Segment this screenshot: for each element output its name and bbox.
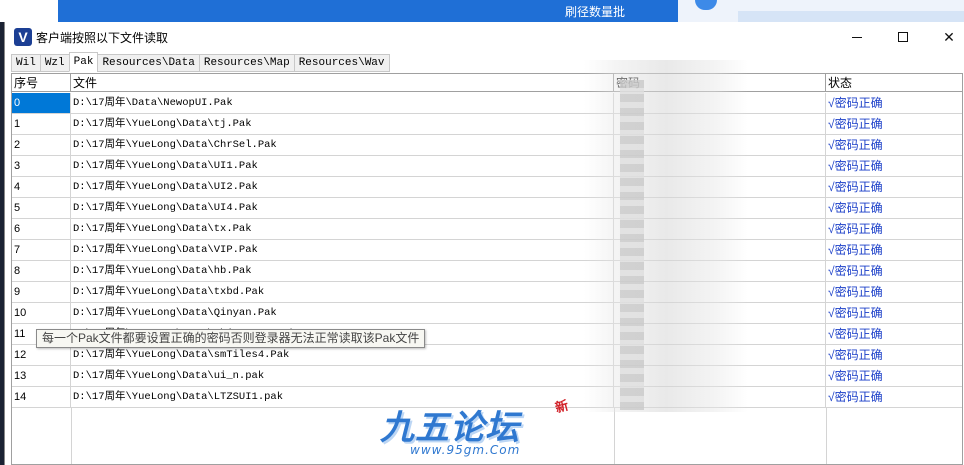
- window-title: 客户端按照以下文件读取: [36, 31, 169, 45]
- row-index: 12: [12, 345, 71, 365]
- row-status: √密码正确: [828, 327, 883, 341]
- row-index: 1: [12, 114, 71, 134]
- row-status: √密码正确: [828, 201, 883, 215]
- row-index: 9: [12, 282, 71, 302]
- row-index: 8: [12, 261, 71, 281]
- row-status: √密码正确: [828, 285, 883, 299]
- row-file: D:\17周年\YueLong\Data\txbd.Pak: [71, 282, 614, 302]
- row-index: 7: [12, 240, 71, 260]
- row-status: √密码正确: [828, 306, 883, 320]
- minimize-icon: [852, 36, 862, 38]
- row-status: √密码正确: [828, 348, 883, 362]
- row-status: √密码正确: [828, 369, 883, 383]
- row-file: D:\17周年\YueLong\Data\hb.Pak: [71, 261, 614, 281]
- tab-resources-wav[interactable]: Resources\Wav: [293, 54, 390, 72]
- row-status: √密码正确: [828, 180, 883, 194]
- tab-wil[interactable]: Wil: [11, 54, 41, 72]
- row-file: D:\17周年\YueLong\Data\tj.Pak: [71, 114, 614, 134]
- column-divider: [614, 408, 615, 464]
- row-index: 5: [12, 198, 71, 218]
- grid-header: 序号 文件 密码 状态: [12, 74, 962, 92]
- column-divider: [826, 408, 827, 464]
- table-row[interactable]: 5 D:\17周年\YueLong\Data\UI4.Pak √密码正确: [12, 198, 962, 219]
- row-status: √密码正确: [828, 243, 883, 257]
- tab-pak[interactable]: Pak: [68, 52, 99, 72]
- close-button[interactable]: ✕: [926, 22, 964, 52]
- row-index: 14: [12, 387, 71, 407]
- table-row[interactable]: 6 D:\17周年\YueLong\Data\tx.Pak √密码正确: [12, 219, 962, 240]
- row-file: D:\17周年\YueLong\Data\UI1.Pak: [71, 156, 614, 176]
- row-index: 10: [12, 303, 71, 323]
- background-window-strip: 刷径数量批: [0, 0, 964, 22]
- maximize-button[interactable]: [880, 22, 926, 52]
- row-status: √密码正确: [828, 96, 883, 110]
- header-file[interactable]: 文件: [71, 74, 614, 92]
- table-row[interactable]: 0 D:\17周年\Data\NewopUI.Pak √密码正确: [12, 93, 962, 114]
- column-divider: [71, 408, 72, 464]
- table-row[interactable]: 8 D:\17周年\YueLong\Data\hb.Pak √密码正确: [12, 261, 962, 282]
- app-icon: V: [14, 28, 32, 46]
- tooltip: 每一个Pak文件都要设置正确的密码否则登录器无法正常读取该Pak文件: [36, 329, 426, 348]
- table-row[interactable]: 9 D:\17周年\YueLong\Data\txbd.Pak √密码正确: [12, 282, 962, 303]
- table-row[interactable]: 7 D:\17周年\YueLong\Data\VIP.Pak √密码正确: [12, 240, 962, 261]
- row-file: D:\17周年\YueLong\Data\ChrSel.Pak: [71, 135, 614, 155]
- row-index: 3: [12, 156, 71, 176]
- watermark-logo: 九五论坛 新 www.95gm.Com: [380, 398, 580, 462]
- table-row[interactable]: 1 D:\17周年\YueLong\Data\tj.Pak √密码正确: [12, 114, 962, 135]
- tab-wzl[interactable]: Wzl: [39, 54, 70, 72]
- row-file: D:\17周年\YueLong\Data\smTiles4.Pak: [71, 345, 614, 365]
- title-bar[interactable]: V 客户端按照以下文件读取 ✕: [5, 22, 964, 52]
- close-icon: ✕: [943, 28, 955, 45]
- background-bar: [738, 11, 964, 22]
- table-row[interactable]: 13 D:\17周年\YueLong\Data\ui_n.pak √密码正确: [12, 366, 962, 387]
- header-index[interactable]: 序号: [12, 74, 71, 92]
- row-file: D:\17周年\YueLong\Data\VIP.Pak: [71, 240, 614, 260]
- password-redaction-blur: [584, 60, 748, 412]
- row-status: √密码正确: [828, 159, 883, 173]
- row-index: 0: [12, 93, 71, 113]
- table-row[interactable]: 2 D:\17周年\YueLong\Data\ChrSel.Pak √密码正确: [12, 135, 962, 156]
- row-file: D:\17周年\YueLong\Data\ui_n.pak: [71, 366, 614, 386]
- table-row[interactable]: 10 D:\17周年\YueLong\Data\Qinyan.Pak √密码正确: [12, 303, 962, 324]
- tab-resources-map[interactable]: Resources\Map: [198, 54, 295, 72]
- row-status: √密码正确: [828, 222, 883, 236]
- header-status[interactable]: 状态: [826, 74, 962, 92]
- row-file: D:\17周年\YueLong\Data\Qinyan.Pak: [71, 303, 614, 323]
- minimize-button[interactable]: [834, 22, 880, 52]
- row-index: 13: [12, 366, 71, 386]
- row-file: D:\17周年\YueLong\Data\UI4.Pak: [71, 198, 614, 218]
- row-file: D:\17周年\YueLong\Data\tx.Pak: [71, 219, 614, 239]
- row-status: √密码正确: [828, 117, 883, 131]
- row-index: 4: [12, 177, 71, 197]
- row-status: √密码正确: [828, 390, 883, 404]
- main-window: V 客户端按照以下文件读取 ✕ Wil Wzl Pak Resources\Da…: [4, 22, 964, 465]
- row-file: D:\17周年\Data\NewopUI.Pak: [71, 93, 614, 113]
- row-index: 2: [12, 135, 71, 155]
- password-redaction-blur-core: [620, 80, 644, 410]
- tab-strip: Wil Wzl Pak Resources\Data Resources\Map…: [11, 52, 390, 72]
- background-edge: [0, 0, 58, 22]
- table-row[interactable]: 4 D:\17周年\YueLong\Data\UI2.Pak √密码正确: [12, 177, 962, 198]
- row-status: √密码正确: [828, 138, 883, 152]
- row-index: 6: [12, 219, 71, 239]
- maximize-icon: [898, 32, 908, 42]
- background-window-text: 刷径数量批: [565, 5, 626, 19]
- row-file: D:\17周年\YueLong\Data\UI2.Pak: [71, 177, 614, 197]
- watermark-text: 九五论坛: [380, 408, 520, 448]
- row-status: √密码正确: [828, 264, 883, 278]
- tab-resources-data[interactable]: Resources\Data: [97, 54, 200, 72]
- watermark-url: www.95gm.Com: [410, 443, 521, 457]
- table-row[interactable]: 12 D:\17周年\YueLong\Data\smTiles4.Pak √密码…: [12, 345, 962, 366]
- table-row[interactable]: 3 D:\17周年\YueLong\Data\UI1.Pak √密码正确: [12, 156, 962, 177]
